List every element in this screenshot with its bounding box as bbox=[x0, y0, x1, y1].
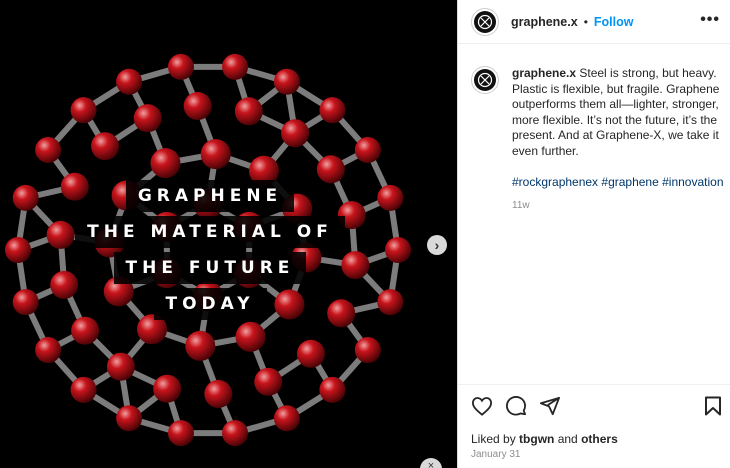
actions-bar: Liked by tbgwn and others January 31 bbox=[458, 384, 730, 460]
molecule-atom bbox=[222, 420, 249, 447]
molecule-atom bbox=[234, 97, 263, 126]
heart-icon[interactable] bbox=[471, 396, 493, 416]
molecule-atom bbox=[70, 376, 97, 403]
molecule-atom bbox=[200, 139, 231, 170]
overlay-line-2: THE MATERIAL OF bbox=[75, 216, 345, 248]
molecule-atom bbox=[70, 97, 97, 124]
overlay-title: GRAPHENE THE MATERIAL OF THE FUTURE TODA… bbox=[0, 180, 420, 324]
molecule-atom bbox=[273, 405, 300, 432]
caption-avatar[interactable] bbox=[471, 66, 499, 94]
chevron-right-icon: › bbox=[434, 237, 440, 253]
molecule-atom bbox=[133, 104, 162, 133]
molecule-atom bbox=[222, 53, 249, 80]
molecule-atom bbox=[204, 379, 233, 408]
molecule-atom bbox=[150, 148, 181, 179]
molecule-atom bbox=[35, 136, 62, 163]
molecule-atom bbox=[354, 136, 381, 163]
separator-dot: • bbox=[583, 14, 588, 29]
overlay-line-3: THE FUTURE bbox=[113, 252, 307, 284]
molecule-atom bbox=[354, 337, 381, 364]
molecule-atom bbox=[91, 132, 120, 161]
molecule-atom bbox=[106, 352, 135, 381]
molecule-atom bbox=[167, 53, 194, 80]
overlay-line-1: GRAPHENE bbox=[125, 180, 295, 212]
likes-summary: Liked by tbgwn and others bbox=[471, 432, 618, 446]
molecule-atom bbox=[183, 92, 212, 121]
next-slide-button[interactable]: › bbox=[427, 235, 447, 255]
liked-by-others[interactable]: others bbox=[581, 432, 618, 446]
post-age: 11w bbox=[512, 200, 530, 212]
post-caption: graphene.x Steel is strong, but heavy. P… bbox=[471, 66, 726, 214]
post-media[interactable]: GRAPHENE THE MATERIAL OF THE FUTURE TODA… bbox=[0, 0, 457, 468]
molecule-atom bbox=[281, 119, 310, 148]
more-options-icon[interactable]: ••• bbox=[700, 11, 720, 29]
action-icons bbox=[471, 396, 561, 416]
molecule-atom bbox=[167, 420, 194, 447]
molecule-atom bbox=[116, 405, 143, 432]
molecule-atom bbox=[254, 367, 283, 396]
close-icon: × bbox=[427, 460, 435, 468]
post-header: graphene.x • Follow ••• bbox=[458, 0, 730, 44]
overlay-line-4: TODAY bbox=[153, 288, 267, 320]
share-icon[interactable] bbox=[539, 396, 561, 416]
follow-button[interactable]: Follow bbox=[594, 15, 634, 29]
bookmark-icon[interactable] bbox=[704, 396, 722, 416]
post-date: January 31 bbox=[471, 449, 521, 460]
molecule-atom bbox=[319, 376, 346, 403]
header-username[interactable]: graphene.x bbox=[511, 15, 578, 29]
hashtags[interactable]: #rockgraphenex #graphene #innovation bbox=[512, 175, 726, 191]
caption-username[interactable]: graphene.x bbox=[512, 66, 576, 80]
likes-prefix: Liked by bbox=[471, 432, 520, 446]
molecule-atom bbox=[185, 330, 216, 361]
likes-and: and bbox=[554, 432, 582, 446]
molecule-atom bbox=[273, 68, 300, 95]
molecule-atom bbox=[35, 337, 62, 364]
avatar[interactable] bbox=[471, 7, 499, 36]
brand-logo-icon bbox=[474, 10, 496, 33]
post-side-panel: graphene.x • Follow ••• graphene.x Steel… bbox=[457, 0, 730, 468]
liked-by-user[interactable]: tbgwn bbox=[519, 432, 554, 446]
brand-logo-icon bbox=[474, 69, 496, 91]
molecule-atom bbox=[116, 68, 143, 95]
molecule-atom bbox=[319, 97, 346, 124]
molecule-atom bbox=[235, 321, 266, 352]
caption-body: graphene.x Steel is strong, but heavy. P… bbox=[512, 66, 726, 214]
comment-icon[interactable] bbox=[505, 396, 527, 416]
molecule-atom bbox=[153, 374, 182, 403]
molecule-atom bbox=[296, 339, 325, 368]
